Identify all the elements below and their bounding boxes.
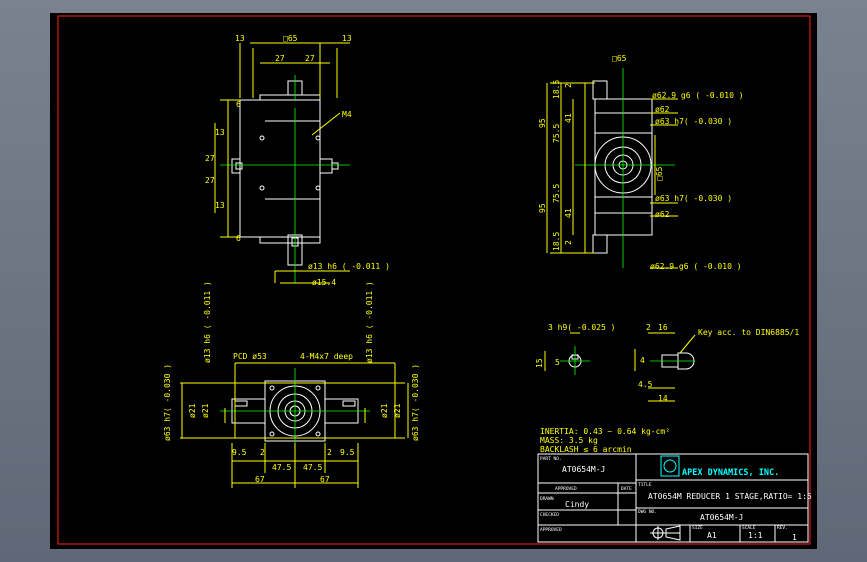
dim-side-2-bottom: 2 xyxy=(564,240,573,245)
dim-d62-9-g6-bottom: ø62.9 g6 ( -0.010 ) xyxy=(650,262,742,271)
dim-h7-left: ø63 h7( -0.030 ) xyxy=(163,364,172,441)
rev-label: REV. xyxy=(777,525,788,531)
side-bottom-shaft xyxy=(592,234,608,254)
dim-27b: 27 xyxy=(305,54,315,63)
dwg-number: AT0654M-J xyxy=(700,513,743,522)
sheet-size: A1 xyxy=(707,531,717,540)
dim-side-sq65: □65 xyxy=(612,54,627,63)
dim-47-5-left: 47.5 xyxy=(272,463,291,472)
dim-h7-right: ø63 h7( -0.030 ) xyxy=(411,364,420,441)
dim-h6-left: ø13 h6 ( -0.011 ) xyxy=(203,281,212,363)
dim-d62-bottom: ø62 xyxy=(655,210,670,219)
dim-47-5-right: 47.5 xyxy=(303,463,322,472)
drawn-by: Cindy xyxy=(565,500,589,509)
dim-d21-c: ø21 xyxy=(380,403,389,418)
dim-d63-h7-top: ø63 h7( -0.030 ) xyxy=(655,117,732,126)
revision: 1 xyxy=(792,533,797,542)
approved2-label: APPROVED xyxy=(540,527,562,533)
dim-d15-4: ø15.4 xyxy=(312,278,336,287)
dim-key-16: 16 xyxy=(658,323,668,332)
dim-shaft-h6: ø13 h6 ( -0.011 ) xyxy=(308,262,390,271)
dim-side-41-top: 41 xyxy=(564,113,573,123)
part-no-label: PART NO. xyxy=(540,456,562,462)
dim-side-75-5-bottom: 75.5 xyxy=(552,184,561,203)
drawing-scale: 1:1 xyxy=(748,531,763,540)
dim-d63-h7-bottom: ø63 h7( -0.030 ) xyxy=(655,194,732,203)
note-inertia: INERTIA: 0.43 ~ 0.64 kg-cm² xyxy=(540,427,670,436)
dim-v6a: 6 xyxy=(236,100,241,109)
dim-67-left: 67 xyxy=(255,475,265,484)
dim-left-13: 13 xyxy=(235,34,245,43)
dim-key-14: 14 xyxy=(658,394,668,403)
dim-side-18-5-top: 18.5 xyxy=(552,80,561,99)
note-mass: MASS: 3.5 kg xyxy=(540,436,598,445)
dim-side-75-5-top: 75.5 xyxy=(552,124,561,143)
dim-sq65-top: □65 xyxy=(283,34,298,43)
side-top-shaft xyxy=(592,80,608,100)
dim-v27b: 27 xyxy=(205,176,215,185)
dim-side-sq65-vertical: □65 xyxy=(655,166,664,181)
dim-holes: 4-M4x7 deep xyxy=(300,352,353,361)
checked-label: CHECKED xyxy=(540,512,559,518)
dim-v6b: 6 xyxy=(236,234,241,243)
dim-9-5-left: 9.5 xyxy=(232,448,247,457)
dim-m4: M4 xyxy=(342,110,352,119)
company-name: APEX DYNAMICS, INC. xyxy=(682,468,779,478)
dim-v13a: 13 xyxy=(215,128,225,137)
drawing-canvas: 13 □65 13 27 27 27 27 13 13 6 6 M4 ø13 h… xyxy=(57,15,812,545)
key-details: 3 h9( -0.025 ) 15 5 2 16 Key acc. to DIN… xyxy=(535,323,799,403)
dim-d62-top: ø62 xyxy=(655,105,670,114)
dim-v27a: 27 xyxy=(205,154,215,163)
drawing-title: AT0654M REDUCER 1 STAGE,RATIO= 1:5 xyxy=(648,492,812,501)
front-view: 13 □65 13 27 27 27 27 13 13 6 6 M4 ø13 h… xyxy=(205,34,390,287)
cad-application: 13 □65 13 27 27 27 27 13 13 6 6 M4 ø13 h… xyxy=(0,0,867,562)
dim-9-5-right: 9.5 xyxy=(340,448,355,457)
dim-2-right: 2 xyxy=(327,448,332,457)
drawing-viewport[interactable]: 13 □65 13 27 27 27 27 13 13 6 6 M4 ø13 h… xyxy=(50,13,817,549)
title-label: TITLE xyxy=(638,482,652,488)
dim-key-4-5: 4.5 xyxy=(638,380,653,389)
dim-side-2-top: 2 xyxy=(564,83,573,88)
title-block: PART NO. AT0654M-J APEX DYNAMICS, INC. T… xyxy=(537,453,812,543)
dim-pcd: PCD ø53 xyxy=(233,352,267,361)
dim-d21-a: ø21 xyxy=(188,403,197,418)
dim-d21-b: ø21 xyxy=(201,403,210,418)
dim-side-18-5-bottom: 18.5 xyxy=(552,232,561,251)
side-shaft-right xyxy=(319,158,333,174)
part-number: AT0654M-J xyxy=(562,465,605,474)
dim-2-left: 2 xyxy=(260,448,265,457)
dim-key-15: 15 xyxy=(535,358,544,368)
dim-v13b: 13 xyxy=(215,201,225,210)
approved-label: APPROVED xyxy=(555,486,577,492)
size-label: SIZE xyxy=(692,525,703,531)
dwg-no-label: DWG NO. xyxy=(638,509,657,515)
dim-d21-d: ø21 xyxy=(393,403,402,418)
side-view: □65 □65 ø62.9 g6 ( -0.010 ) ø62 ø63 h7( … xyxy=(538,54,744,271)
date-label: DATE xyxy=(621,486,632,492)
dim-key-2: 2 xyxy=(646,323,651,332)
dim-key-5: 5 xyxy=(555,358,560,367)
dim-key-4: 4 xyxy=(640,356,645,365)
bottom-view: PCD ø53 4-M4x7 deep ø13 h6 ( -0.011 ) ø1… xyxy=(163,281,420,488)
dim-key-h9: 3 h9( -0.025 ) xyxy=(548,323,615,332)
dim-side-95-top: 95 xyxy=(538,118,547,128)
drawn-label: DRAWN xyxy=(540,496,554,502)
dim-d62-9-g6-top: ø62.9 g6 ( -0.010 ) xyxy=(652,91,744,100)
dim-right-13: 13 xyxy=(342,34,352,43)
dim-27a: 27 xyxy=(275,54,285,63)
dim-h6-right: ø13 h6 ( -0.011 ) xyxy=(365,281,374,363)
spec-notes: INERTIA: 0.43 ~ 0.64 kg-cm² MASS: 3.5 kg… xyxy=(540,427,670,454)
key-standard-note: Key acc. to DIN6885/1 xyxy=(698,328,799,337)
dim-67-right: 67 xyxy=(320,475,330,484)
dim-side-41-bottom: 41 xyxy=(564,208,573,218)
dim-side-95-bottom: 95 xyxy=(538,203,547,213)
note-backlash: BACKLASH ≤ 6 arcmin xyxy=(540,445,632,454)
